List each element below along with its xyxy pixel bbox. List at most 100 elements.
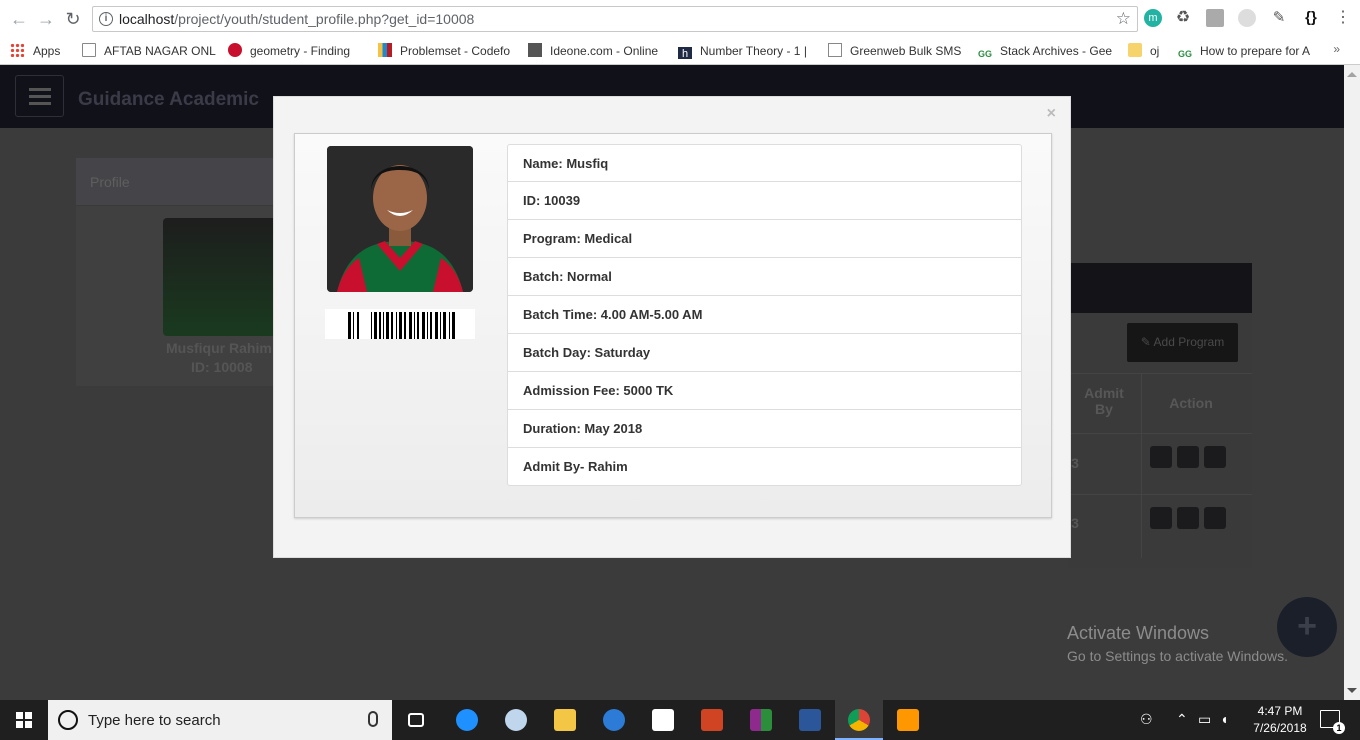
table-divider	[1068, 373, 1252, 374]
profile-card: Profile Musfiqur Rahim ID: 10008	[76, 158, 286, 386]
bookmark-ideone[interactable]: Ideone.com - Online	[528, 43, 664, 59]
barcode	[325, 309, 475, 339]
store-icon[interactable]	[639, 700, 687, 740]
battery-icon[interactable]: ▭	[1198, 711, 1211, 728]
page-scrollbar[interactable]	[1344, 65, 1360, 700]
delete-button[interactable]	[1204, 507, 1226, 529]
activate-windows-watermark: Activate Windows Go to Settings to activ…	[1067, 623, 1288, 664]
powerpoint-icon[interactable]	[688, 700, 736, 740]
watermark-subtitle: Go to Settings to activate Windows.	[1067, 648, 1288, 664]
bookmark-stack-archives[interactable]: GG Stack Archives - Gee	[978, 43, 1114, 59]
view-button[interactable]	[1150, 446, 1172, 468]
extension-image-icon[interactable]	[1206, 9, 1224, 27]
program-panel-header	[1068, 263, 1252, 313]
address-bar[interactable]: i localhost/project/youth/student_profil…	[92, 6, 1138, 32]
media-player-icon[interactable]	[590, 700, 638, 740]
chrome-icon[interactable]	[835, 700, 883, 740]
close-icon[interactable]: ×	[1047, 105, 1056, 123]
info-batch-time: Batch Time: 4.00 AM-5.00 AM	[507, 296, 1022, 334]
notification-count: 1	[1333, 722, 1345, 734]
profile-card-header: Profile	[76, 158, 286, 206]
table-divider	[1068, 433, 1252, 434]
menu-dots-icon[interactable]: ⋮	[1334, 9, 1352, 27]
sublime-text-icon[interactable]	[884, 700, 932, 740]
bookmarks-more-icon[interactable]: »	[1333, 42, 1340, 56]
info-icon[interactable]: i	[99, 12, 113, 26]
info-id: ID: 10039	[507, 182, 1022, 220]
delete-button[interactable]	[1204, 446, 1226, 468]
page-icon	[82, 43, 96, 57]
edit-button[interactable]	[1177, 446, 1199, 468]
edge-icon[interactable]	[443, 700, 491, 740]
word-icon[interactable]	[786, 700, 834, 740]
profile-id: ID: 10008	[191, 359, 253, 375]
extension-m-icon[interactable]: m	[1144, 9, 1162, 27]
table-divider	[1141, 373, 1142, 558]
forward-icon[interactable]: →	[35, 8, 57, 30]
site-icon	[228, 43, 242, 57]
extension-braces-icon[interactable]: {}	[1302, 9, 1320, 27]
student-info-list: Name: Musfiq ID: 10039 Program: Medical …	[507, 144, 1022, 486]
extension-disabled-icon[interactable]	[1238, 9, 1256, 27]
hamburger-menu-icon[interactable]	[15, 75, 64, 117]
extension-recycle-icon[interactable]: ♻	[1174, 9, 1192, 27]
bookmarks-bar: Apps AFTAB NAGAR ONLI geometry - Finding…	[0, 38, 1360, 64]
clock-date: 7/26/2018	[1253, 721, 1307, 735]
windows-logo-icon	[16, 712, 32, 728]
action-center-icon[interactable]: 1	[1320, 710, 1345, 734]
volume-icon[interactable]: ◖	[1220, 711, 1228, 727]
winrar-icon[interactable]	[737, 700, 785, 740]
scroll-up-icon[interactable]	[1347, 72, 1357, 77]
program-panel: ✎ Add Program Admit By Action 3 3	[1068, 263, 1252, 568]
h-icon: h	[678, 47, 692, 59]
student-details-panel: Name: Musfiq ID: 10039 Program: Medical …	[294, 133, 1052, 518]
student-photo	[327, 146, 473, 292]
info-duration: Duration: May 2018	[507, 410, 1022, 448]
bookmark-how-to-prepare[interactable]: GG How to prepare for A	[1178, 43, 1316, 59]
codeforces-icon	[378, 43, 392, 57]
add-program-button[interactable]: ✎ Add Program	[1127, 323, 1238, 362]
profile-name: Musfiqur Rahim	[166, 340, 272, 356]
info-program: Program: Medical	[507, 220, 1022, 258]
clock-time: 4:47 PM	[1257, 704, 1303, 718]
bookmark-oj[interactable]: oj	[1128, 43, 1168, 59]
windows-taskbar: Type here to search ⚇ ⌃ ▭ ◖ 4:47 PM 7/26…	[0, 700, 1360, 740]
back-icon[interactable]: ←	[8, 8, 30, 30]
cortana-icon	[58, 710, 78, 730]
paint-icon[interactable]	[492, 700, 540, 740]
page-icon	[828, 43, 842, 57]
bookmark-apps[interactable]: Apps	[10, 43, 75, 59]
taskbar-clock[interactable]: 4:47 PM 7/26/2018	[1240, 703, 1320, 737]
edit-button[interactable]	[1177, 507, 1199, 529]
bookmark-codeforces[interactable]: Problemset - Codefo	[378, 43, 516, 59]
people-icon[interactable]: ⚇	[1140, 711, 1153, 728]
bookmark-greenweb[interactable]: Greenweb Bulk SMS	[828, 43, 964, 59]
bookmark-aftab[interactable]: AFTAB NAGAR ONLI	[82, 43, 216, 59]
file-explorer-icon[interactable]	[541, 700, 589, 740]
taskbar-search-box[interactable]: Type here to search	[48, 700, 392, 740]
info-name: Name: Musfiq	[507, 144, 1022, 182]
view-button[interactable]	[1150, 507, 1172, 529]
scroll-down-icon[interactable]	[1347, 688, 1357, 693]
reload-icon[interactable]: ↻	[62, 8, 84, 30]
ideone-icon	[528, 43, 542, 57]
apps-grid-icon	[10, 43, 24, 57]
task-view-icon[interactable]	[392, 700, 440, 740]
brand-title[interactable]: Guidance Academic	[78, 89, 259, 111]
bookmark-star-icon[interactable]: ☆	[1116, 9, 1131, 29]
bookmark-geometry[interactable]: geometry - Finding	[228, 43, 364, 59]
microphone-icon[interactable]	[368, 711, 378, 727]
student-details-modal: × Name: Musfiq ID: 10039 Program: Medica…	[273, 96, 1071, 558]
bookmark-number-theory[interactable]: h Number Theory - 1 |	[678, 43, 814, 59]
col-admit-by: Admit By	[1084, 385, 1124, 417]
gfg-icon: GG	[1178, 49, 1193, 59]
url-text[interactable]: localhost/project/youth/student_profile.…	[119, 11, 474, 27]
info-admit-by: Admit By- Rahim	[507, 448, 1022, 486]
start-button[interactable]	[0, 700, 48, 740]
profile-photo	[163, 218, 283, 336]
watermark-title: Activate Windows	[1067, 623, 1210, 643]
folder-icon	[1128, 43, 1142, 57]
extension-eyedropper-icon[interactable]: ✎	[1270, 9, 1288, 27]
browser-chrome: ← → ↻ i localhost/project/youth/student_…	[0, 0, 1360, 65]
tray-chevron-icon[interactable]: ⌃	[1176, 711, 1188, 728]
